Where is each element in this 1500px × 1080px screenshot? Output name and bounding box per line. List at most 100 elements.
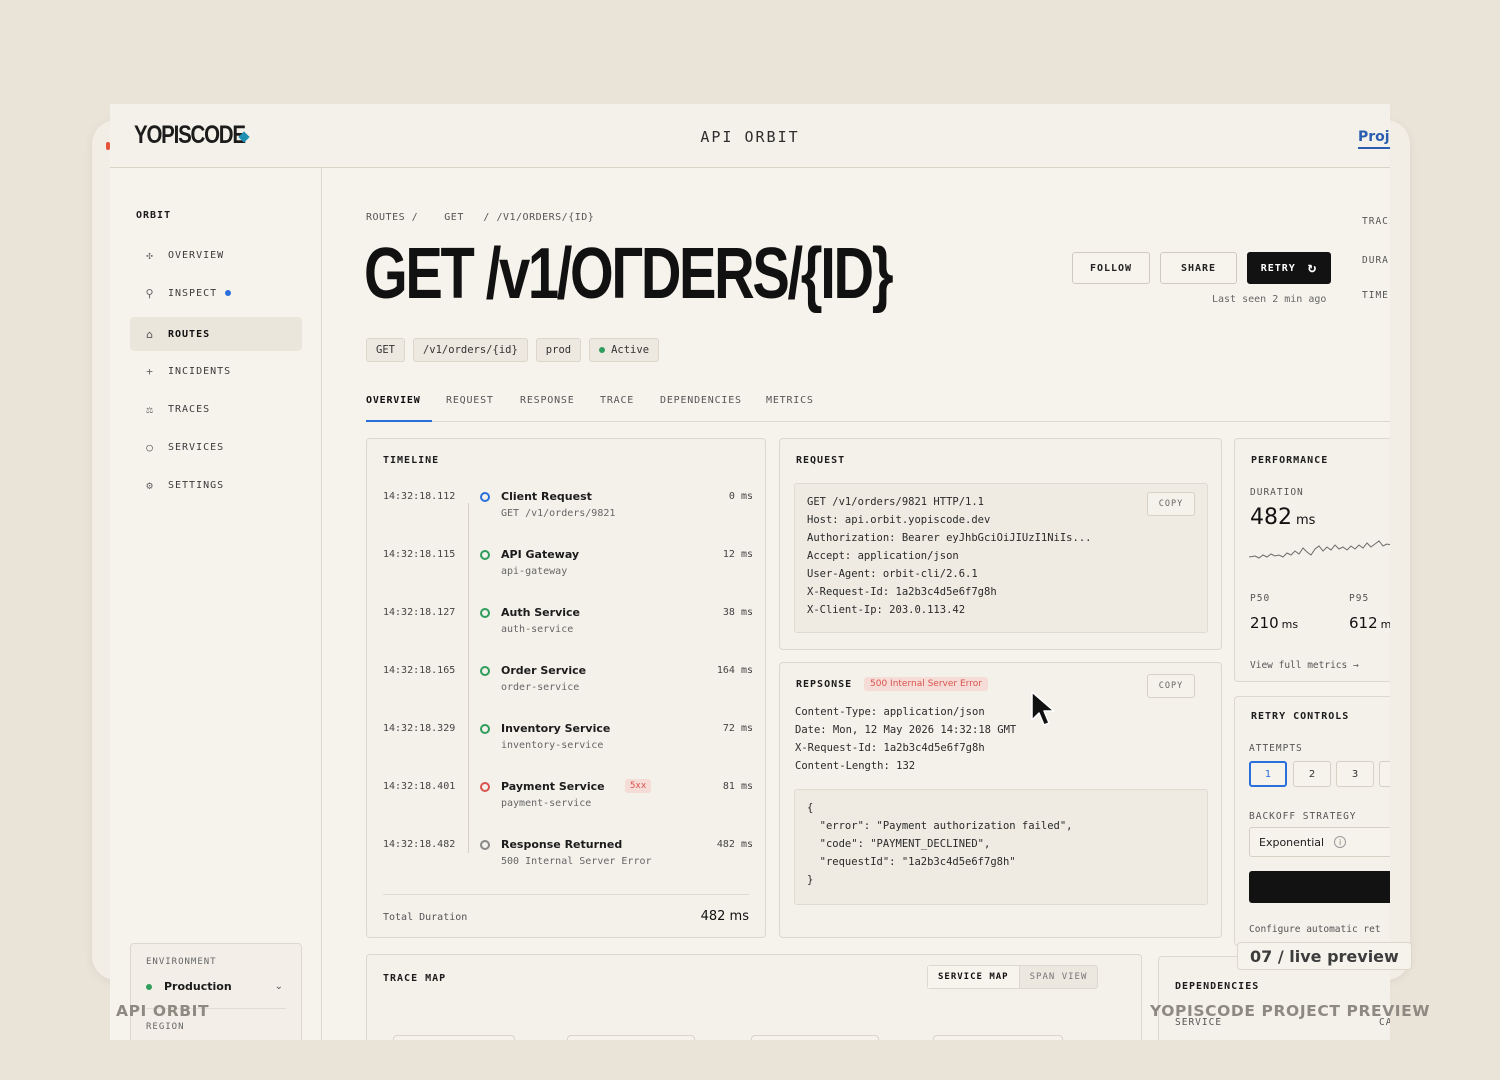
timeline-name: Response Returned: [501, 838, 623, 851]
code-line: "error": "Payment authorization failed",: [807, 820, 1073, 832]
timeline-row[interactable]: 14:32:18.165 Order Service order-service…: [383, 664, 753, 715]
backoff-strategy-value: Exponential: [1259, 835, 1325, 849]
sidebar-item-routes[interactable]: ⌂ ROUTES: [130, 317, 302, 351]
sidebar-item-label: ROUTES: [168, 328, 211, 340]
trace-view-toggle: SERVICE MAP SPAN VIEW: [927, 965, 1099, 989]
sidebar-item-inspect[interactable]: ⚲ INSPECT: [130, 276, 302, 310]
tab-request[interactable]: REQUEST: [446, 395, 494, 406]
trace-map-title: TRACE MAP: [383, 973, 447, 984]
breadcrumb-routes[interactable]: ROUTES: [366, 212, 405, 223]
trace-map-node[interactable]: [933, 1035, 1063, 1040]
breadcrumb-current: /V1/ORDERS/{ID}: [496, 212, 595, 223]
timeline-name: Auth Service: [501, 606, 580, 619]
timeline-time: 14:32:18.165: [383, 665, 456, 676]
copy-response-button[interactable]: COPY: [1147, 674, 1195, 698]
timeline-time: 14:32:18.482: [383, 839, 456, 850]
timeline-name: Payment Service: [501, 780, 605, 793]
code-line: Accept: application/json: [807, 550, 959, 562]
view-metrics-link[interactable]: View full metrics →: [1250, 660, 1359, 671]
timeline-name: Inventory Service: [501, 722, 611, 735]
trace-map-node[interactable]: [751, 1035, 879, 1040]
tab-trace[interactable]: TRACE: [600, 395, 634, 406]
incidents-icon: +: [146, 364, 154, 378]
response-header-line: Content-Type: application/json: [795, 706, 985, 718]
configure-retry-text: Configure automatic ret: [1249, 924, 1381, 935]
code-line: "code": "PAYMENT_DECLINED",: [807, 838, 991, 850]
routes-icon: ⌂: [146, 327, 154, 341]
attempt-option[interactable]: 2: [1293, 761, 1331, 787]
response-status-badge: 500 Internal Server Error: [864, 677, 988, 691]
sidebar-item-settings[interactable]: ⚙ SETTINGS: [130, 468, 302, 502]
total-duration-label: Total Duration: [383, 912, 468, 923]
environment-status-dot: [146, 983, 152, 990]
timeline-time: 14:32:18.329: [383, 723, 456, 734]
timeline-row[interactable]: 14:32:18.401 Payment Service 5xx payment…: [383, 779, 753, 831]
attempt-option-more[interactable]: [1379, 761, 1390, 787]
share-button[interactable]: SHARE: [1160, 252, 1237, 284]
request-code-block[interactable]: GET /v1/orders/9821 HTTP/1.1 Host: api.o…: [794, 483, 1208, 633]
timeline-node-icon: [480, 782, 490, 792]
mouse-cursor-icon: [1031, 691, 1055, 726]
timeline-sub: inventory-service: [501, 740, 604, 751]
environment-select[interactable]: Production: [146, 980, 232, 993]
copy-request-button[interactable]: COPY: [1147, 492, 1195, 516]
backoff-strategy-select[interactable]: Exponential i: [1249, 827, 1390, 857]
timeline-name: Client Request: [501, 490, 592, 503]
live-preview-tag: 07 / live preview: [1237, 942, 1412, 970]
timeline-time: 14:32:18.401: [383, 781, 456, 792]
total-duration-value: 482 ms: [700, 909, 749, 924]
env-chip: prod: [535, 338, 582, 362]
sidebar-item-incidents[interactable]: + INCIDENTS: [130, 354, 302, 388]
trace-map-node[interactable]: [567, 1035, 695, 1040]
caption-left: API ORBIT: [116, 1002, 210, 1020]
tab-metrics[interactable]: METRICS: [766, 395, 814, 406]
span-view-toggle[interactable]: SPAN VIEW: [1020, 966, 1098, 988]
error-badge: 5xx: [625, 779, 652, 793]
timeline-row[interactable]: 14:32:18.329 Inventory Service inventory…: [383, 722, 753, 773]
attempt-option[interactable]: 3: [1336, 761, 1374, 787]
info-icon[interactable]: i: [1334, 836, 1347, 848]
timeline-ms: 72 ms: [722, 723, 753, 734]
response-body-block[interactable]: { "error": "Payment authorization failed…: [794, 789, 1208, 905]
tab-dependencies[interactable]: DEPENDENCIES: [660, 395, 742, 406]
traces-icon: ⚖: [146, 402, 154, 416]
retry-controls-title: RETRY CONTROLS: [1251, 711, 1350, 722]
timeline-row[interactable]: 14:32:18.482 Response Returned 500 Inter…: [383, 838, 753, 889]
service-map-toggle[interactable]: SERVICE MAP: [928, 966, 1020, 988]
projects-link[interactable]: Proj: [1358, 129, 1390, 149]
breadcrumb-get[interactable]: GET: [444, 212, 464, 223]
retry-button[interactable]: RETRY ↻: [1247, 252, 1331, 284]
active-tab-indicator: [366, 420, 432, 422]
duration-sparkline: [1249, 540, 1390, 559]
tab-overview[interactable]: OVERVIEW: [366, 395, 421, 406]
response-header-line: Date: Mon, 12 May 2026 14:32:18 GMT: [795, 724, 1017, 736]
trace-map-node[interactable]: [393, 1035, 515, 1040]
code-line: Host: api.orbit.yopiscode.dev: [807, 514, 991, 526]
attempts-label: ATTEMPTS: [1249, 743, 1303, 754]
attempt-option[interactable]: 1: [1249, 761, 1287, 787]
timeline-row[interactable]: 14:32:18.112 Client Request GET /v1/orde…: [383, 490, 753, 541]
region-label: REGION: [146, 1022, 185, 1032]
sidebar-item-label: SERVICES: [168, 441, 225, 453]
side-label-trace: TRACI: [1362, 216, 1390, 227]
apply-retry-button[interactable]: [1249, 871, 1390, 903]
p95-label: P95: [1349, 593, 1370, 604]
timeline-row[interactable]: 14:32:18.115 API Gateway api-gateway 12 …: [383, 548, 753, 599]
chevron-down-icon[interactable]: ⌄: [275, 981, 283, 992]
performance-title: PERFORMANCE: [1251, 455, 1329, 466]
follow-button[interactable]: FOLLOW: [1072, 252, 1150, 284]
sidebar-item-services[interactable]: ○ SERVICES: [130, 430, 302, 464]
method-chip: GET: [366, 338, 405, 362]
tab-response[interactable]: RESPONSE: [520, 395, 575, 406]
timeline-node-icon: [480, 492, 490, 502]
timeline-name: API Gateway: [501, 548, 580, 561]
sidebar-item-overview[interactable]: ✣ OVERVIEW: [130, 238, 302, 272]
refresh-icon: ↻: [1307, 260, 1318, 276]
sidebar-item-traces[interactable]: ⚖ TRACES: [130, 392, 302, 426]
sidebar-item-label: OVERVIEW: [168, 249, 225, 261]
timeline-ms: 12 ms: [722, 549, 753, 560]
timeline-row[interactable]: 14:32:18.127 Auth Service auth-service 3…: [383, 606, 753, 657]
last-seen-text: Last seen 2 min ago: [1212, 294, 1327, 305]
sidebar: ORBIT ✣ OVERVIEW ⚲ INSPECT ⌂ ROUTES + IN…: [110, 168, 322, 1040]
timeline-ms: 38 ms: [722, 607, 753, 618]
